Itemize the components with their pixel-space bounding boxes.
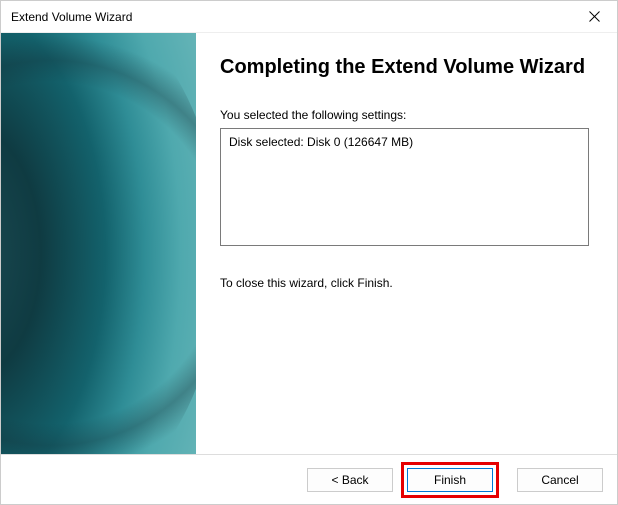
finish-button[interactable]: Finish — [407, 468, 493, 492]
instruction-text: To close this wizard, click Finish. — [220, 276, 589, 290]
finish-highlight: Finish — [401, 462, 499, 498]
window-title: Extend Volume Wizard — [11, 10, 132, 24]
close-button[interactable] — [571, 1, 617, 33]
close-icon — [589, 11, 600, 22]
back-button[interactable]: < Back — [307, 468, 393, 492]
settings-listbox[interactable]: Disk selected: Disk 0 (126647 MB) — [220, 128, 589, 246]
button-bar: < Back Finish Cancel — [1, 454, 617, 504]
extend-volume-wizard-window: Extend Volume Wizard Completing the Exte… — [0, 0, 618, 505]
wizard-side-graphic — [1, 33, 196, 454]
titlebar: Extend Volume Wizard — [1, 1, 617, 33]
settings-label: You selected the following settings: — [220, 108, 589, 122]
wizard-main-panel: Completing the Extend Volume Wizard You … — [196, 33, 617, 454]
cancel-button[interactable]: Cancel — [517, 468, 603, 492]
page-title: Completing the Extend Volume Wizard — [220, 55, 589, 80]
content-area: Completing the Extend Volume Wizard You … — [1, 33, 617, 454]
settings-item: Disk selected: Disk 0 (126647 MB) — [229, 135, 580, 149]
